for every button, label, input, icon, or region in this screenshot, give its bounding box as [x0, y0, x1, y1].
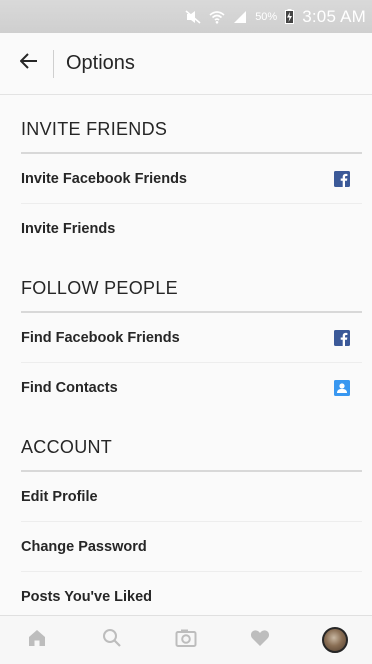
row-change-password[interactable]: Change Password — [21, 522, 362, 572]
battery-charging-icon — [285, 9, 295, 24]
nav-camera[interactable] — [166, 620, 206, 660]
page-title: Options — [66, 52, 135, 74]
row-find-contacts[interactable]: Find Contacts — [21, 363, 362, 413]
row-label: Find Facebook Friends — [21, 329, 180, 346]
search-icon — [102, 628, 122, 653]
facebook-icon — [334, 329, 350, 346]
nav-home[interactable] — [17, 620, 57, 660]
bottom-nav — [0, 615, 372, 664]
nav-search[interactable] — [92, 620, 132, 660]
home-icon — [27, 628, 47, 653]
camera-icon — [175, 628, 197, 653]
back-arrow-icon — [19, 53, 38, 74]
status-bar: 50% 3:05 AM — [0, 0, 372, 33]
row-find-facebook-friends[interactable]: Find Facebook Friends — [21, 313, 362, 363]
status-clock: 3:05 AM — [302, 6, 366, 26]
section-header-account: ACCOUNT — [21, 413, 362, 472]
row-label: Find Contacts — [21, 380, 118, 396]
nav-activity[interactable] — [240, 620, 280, 660]
mute-icon — [185, 9, 201, 24]
row-label: Posts You've Liked — [21, 589, 153, 605]
row-label: Edit Profile — [21, 488, 98, 505]
heart-icon — [250, 629, 270, 652]
row-invite-facebook-friends[interactable]: Invite Facebook Friends — [21, 154, 362, 204]
back-button[interactable] — [11, 46, 47, 82]
row-invite-friends[interactable]: Invite Friends — [21, 204, 362, 254]
row-edit-profile[interactable]: Edit Profile — [21, 472, 362, 522]
app-header: Options — [0, 33, 372, 95]
nav-profile[interactable] — [315, 620, 355, 660]
section-header-follow-people: FOLLOW PEOPLE — [21, 254, 362, 313]
wifi-icon — [209, 10, 225, 24]
section-header-invite-friends: INVITE FRIENDS — [21, 95, 362, 154]
battery-percent: 50% — [255, 10, 278, 23]
signal-icon — [233, 10, 247, 24]
facebook-icon — [334, 170, 350, 187]
options-list: INVITE FRIENDS Invite Facebook Friends I… — [0, 95, 372, 622]
row-label: Change Password — [21, 538, 147, 555]
contacts-icon — [334, 380, 350, 396]
row-label: Invite Facebook Friends — [21, 170, 187, 187]
header-divider — [53, 49, 54, 78]
profile-avatar — [321, 627, 348, 653]
row-label: Invite Friends — [21, 221, 116, 237]
